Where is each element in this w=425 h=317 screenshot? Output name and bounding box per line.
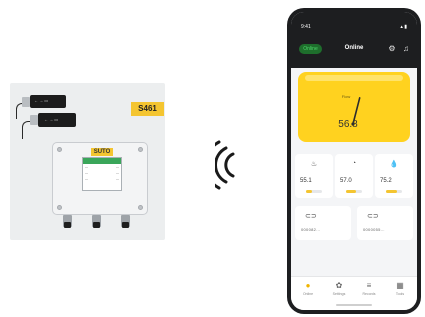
- grid-icon: ▦: [396, 281, 404, 290]
- sensor-probe-2: ← → ▭: [22, 111, 78, 139]
- tab-tools[interactable]: ▦ Tools: [385, 281, 415, 296]
- home-indicator: [336, 304, 372, 306]
- metric-card-2[interactable]: ◔ 57.0: [335, 154, 373, 198]
- home-icon: ●: [305, 281, 311, 290]
- sensor-probe-1: ← → ▭: [16, 91, 68, 119]
- gear-icon[interactable]: ⚙: [387, 44, 397, 54]
- metric-value: 55.1: [300, 178, 312, 184]
- humidity-icon: 💧: [389, 161, 399, 168]
- pressure-icon: ◔: [351, 160, 357, 167]
- connector-1: [63, 215, 72, 228]
- bell-icon[interactable]: ♫: [401, 44, 411, 54]
- settings-icon: ✿: [335, 281, 343, 290]
- model-badge: S461: [131, 102, 164, 116]
- sensor-card-1[interactable]: ⊂⊃ 000082…: [295, 206, 351, 240]
- flow-gauge: [351, 97, 361, 126]
- device-display: — — — — — —: [82, 157, 122, 191]
- metric-value: 75.2: [380, 178, 392, 184]
- sensor-id: 0000055…: [363, 227, 385, 232]
- metric-card-1[interactable]: ♨ 55.1: [295, 154, 333, 198]
- tab-records[interactable]: ≡ Records: [354, 281, 384, 296]
- app-header: 9:41 ▴ ▮ Online Online ⚙ ♫: [291, 12, 417, 68]
- metric-value: 57.0: [340, 178, 352, 184]
- page-title: Online: [344, 45, 364, 51]
- connector-3: [121, 215, 130, 228]
- metric-bar: [386, 190, 402, 193]
- sensor-card-2[interactable]: ⊂⊃ 0000055…: [357, 206, 413, 240]
- connector-2: [92, 215, 101, 228]
- tab-settings[interactable]: ✿ Settings: [324, 281, 354, 296]
- status-icons: ▴ ▮: [400, 24, 407, 30]
- tab-online[interactable]: ● Online: [293, 281, 323, 296]
- sensor-icon: ⊂⊃: [367, 213, 379, 220]
- sensor-id: 000082…: [301, 227, 321, 232]
- metric-card-3[interactable]: 💧 75.2: [375, 154, 413, 198]
- transmitter-device: SUTO — — — — — —: [52, 142, 148, 215]
- metric-bar: [306, 190, 322, 193]
- status-time: 9:41: [301, 24, 311, 30]
- brand-plate: SUTO: [91, 148, 113, 156]
- chart-icon: ≡: [366, 281, 372, 290]
- wireless-signal-icon: [215, 140, 235, 190]
- metric-bar: [346, 190, 362, 193]
- hero-label: Flow: [341, 94, 351, 99]
- hero-value: 56.8: [338, 119, 358, 130]
- sensor-icon: ⊂⊃: [305, 213, 317, 220]
- app-screen: 9:41 ▴ ▮ Online Online ⚙ ♫ Flow 56.8 ♨ 5…: [291, 12, 417, 310]
- product-image-card: S461 ← → ▭ ← → ▭ SUTO — — — — — —: [10, 83, 165, 240]
- smartphone: 9:41 ▴ ▮ Online Online ⚙ ♫ Flow 56.8 ♨ 5…: [287, 8, 421, 314]
- online-status-pill[interactable]: Online: [299, 44, 322, 54]
- thermometer-icon: ♨: [310, 161, 318, 168]
